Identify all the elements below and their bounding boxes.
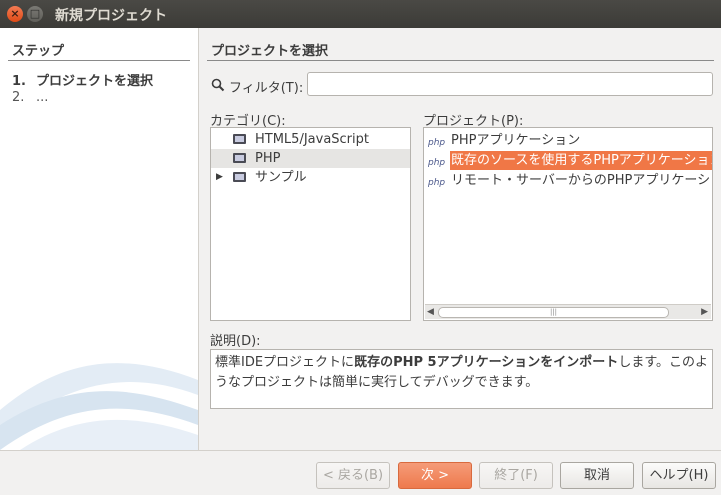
scroll-left-icon[interactable]: ◀ — [427, 305, 434, 319]
finish-button[interactable]: 終了(F) — [479, 462, 553, 489]
netbeans-swoosh-decoration — [0, 363, 198, 450]
project-item-php-app[interactable]: php PHPアプリケーション — [424, 131, 712, 150]
next-button[interactable]: 次 > — [398, 462, 472, 489]
step-2: 2.... — [12, 90, 48, 105]
back-button[interactable]: < 戻る(B) — [316, 462, 390, 489]
category-item-samples[interactable]: ▶ サンプル — [211, 168, 410, 187]
title-bar: × □ 新規プロジェクト — [0, 0, 721, 28]
scroll-right-icon[interactable]: ▶ — [701, 305, 708, 319]
project-item-label: 既存のソースを使用するPHPアプリケーション — [451, 153, 713, 168]
category-list[interactable]: HTML5/JavaScript PHP ▶ サンプル — [210, 127, 411, 321]
project-item-label: リモート・サーバーからのPHPアプリケーション — [451, 173, 713, 188]
search-icon — [211, 78, 225, 92]
steps-divider — [8, 60, 190, 61]
folder-icon — [233, 172, 246, 182]
php-icon: php — [428, 178, 445, 187]
filter-label: フィルタ(T): — [229, 81, 304, 96]
description-text: 標準IDEプロジェクトに — [215, 355, 355, 370]
category-item-html5[interactable]: HTML5/JavaScript — [211, 130, 410, 149]
svg-text:php: php — [428, 178, 445, 187]
step-label: プロジェクトを選択 — [36, 74, 154, 89]
steps-title: ステップ — [12, 44, 65, 59]
category-item-php[interactable]: PHP — [211, 149, 410, 168]
step-1: 1. プロジェクトを選択 — [12, 70, 153, 89]
folder-icon — [233, 153, 246, 163]
window-title: 新規プロジェクト — [55, 8, 167, 24]
steps-sidebar: ステップ 1. プロジェクトを選択 2.... — [0, 28, 199, 450]
folder-icon — [233, 134, 246, 144]
svg-text:php: php — [428, 158, 445, 167]
svg-text:php: php — [428, 138, 445, 147]
step-label: ... — [36, 90, 49, 105]
project-list[interactable]: php PHPアプリケーション 既存のソースを使用するPHPアプリケーション p… — [423, 127, 713, 321]
description-box: 標準IDEプロジェクトに既存のPHP 5アプリケーションをインポートします。この… — [210, 349, 713, 409]
step-number: 1. — [12, 74, 26, 89]
expand-arrow-icon[interactable]: ▶ — [216, 168, 223, 187]
step-number: 2. — [12, 90, 25, 105]
category-item-label: HTML5/JavaScript — [255, 132, 369, 147]
project-item-label: PHPアプリケーション — [451, 133, 581, 148]
scrollbar-grip-icon: ||| — [549, 308, 558, 316]
cancel-button[interactable]: 取消 — [560, 462, 634, 489]
project-item-php-remote[interactable]: php リモート・サーバーからのPHPアプリケーション — [424, 171, 712, 190]
footer-divider — [0, 450, 721, 451]
close-window-icon[interactable]: × — [7, 6, 23, 22]
horizontal-scrollbar[interactable]: ◀ ||| ▶ — [425, 304, 711, 319]
php-icon: php — [428, 138, 445, 147]
category-item-label: PHP — [255, 151, 281, 166]
description-label: 説明(D): — [210, 334, 261, 349]
main-title: プロジェクトを選択 — [211, 44, 329, 59]
scrollbar-thumb[interactable]: ||| — [438, 307, 669, 318]
php-icon: php — [428, 158, 445, 167]
help-button[interactable]: ヘルプ(H) — [642, 462, 716, 489]
maximize-window-icon[interactable]: □ — [27, 6, 43, 22]
project-item-php-existing[interactable]: 既存のソースを使用するPHPアプリケーション — [450, 151, 712, 170]
category-item-label: サンプル — [255, 170, 307, 185]
description-bold-text: 既存のPHP 5アプリケーションをインポート — [354, 355, 619, 370]
filter-input[interactable] — [307, 72, 713, 96]
main-divider — [207, 60, 714, 61]
